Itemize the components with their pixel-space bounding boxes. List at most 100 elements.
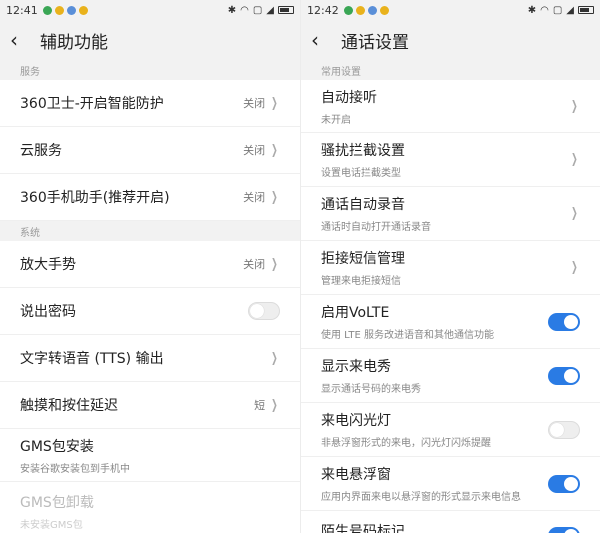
back-arrow-icon[interactable]: ‹: [10, 28, 32, 52]
setting-description: 管理来电拒接短信: [321, 276, 401, 287]
chevron-right-icon: ❯: [271, 142, 278, 158]
setting-reject-sms[interactable]: 拒接短信管理 管理来电拒接短信 ❯: [301, 241, 600, 295]
flash-alert-toggle[interactable]: [548, 420, 580, 439]
stranger-number-toggle[interactable]: [548, 527, 580, 533]
setting-touch-hold-delay[interactable]: 触摸和按住延迟 短 ❯: [0, 382, 300, 429]
setting-label: 自动接听: [321, 89, 377, 106]
setting-label: 骚扰拦截设置: [321, 143, 405, 159]
setting-label: 360手机助手(推荐开启): [20, 190, 170, 206]
setting-value: 关闭: [243, 144, 266, 157]
setting-360-guard[interactable]: 360卫士-开启智能防护 关闭 ❯: [0, 80, 300, 127]
call-settings-screen: 12:42 ✱ ◠ ▢ ◢ ‹ 通话设置 常用设置 自动接听 未开启 ❯ 骚扰拦…: [300, 0, 600, 533]
setting-speak-password[interactable]: 说出密码: [0, 288, 300, 335]
battery-icon: [578, 6, 594, 14]
setting-value: 短: [254, 399, 266, 412]
setting-label: GMS包安装: [20, 438, 94, 455]
setting-label: GMS包卸载: [20, 495, 94, 511]
setting-cloud-service[interactable]: 云服务 关闭 ❯: [0, 127, 300, 174]
app-notification-icon: [54, 5, 64, 15]
app-notification-icon: [355, 5, 365, 15]
notification-icons: [42, 5, 88, 15]
setting-label: 放大手势: [20, 257, 76, 273]
system-icons: ✱ ◠ ▢ ◢: [228, 5, 294, 16]
setting-label: 来电悬浮窗: [321, 467, 391, 483]
setting-harassment-block[interactable]: 骚扰拦截设置 设置电话拦截类型 ❯: [301, 133, 600, 187]
setting-description: 通话时自动打开通话录音: [321, 222, 431, 233]
signal-icon: ◢: [266, 4, 274, 16]
app-notification-icon: [66, 5, 76, 15]
back-arrow-icon[interactable]: ‹: [311, 28, 333, 52]
toggle-knob: [564, 529, 578, 533]
chevron-right-icon: ❯: [271, 350, 278, 366]
status-bar: 12:42 ✱ ◠ ▢ ◢: [301, 0, 600, 20]
page-title: 辅助功能: [40, 32, 108, 53]
app-notification-icon: [367, 5, 377, 15]
chevron-right-icon: ❯: [571, 206, 578, 221]
toggle-knob: [564, 314, 578, 329]
app-notification-icon: [42, 5, 52, 15]
setting-label: 陌生号码标记: [321, 524, 405, 533]
toggle-knob: [550, 422, 564, 437]
setting-auto-answer[interactable]: 自动接听 未开启 ❯: [301, 80, 600, 133]
setting-description: 未安装GMS包: [20, 520, 83, 531]
signal-icon: ◢: [566, 4, 574, 16]
screens: 12:41 ✱ ◠ ▢ ◢ ‹ 辅助功能 服务 360卫士-开启智能防护 关闭: [0, 0, 600, 533]
title-bar: ‹ 辅助功能: [0, 20, 300, 60]
setting-flash-alert[interactable]: 来电闪光灯 非悬浮窗形式的来电，闪光灯闪烁提醒: [301, 403, 600, 457]
section-header-system: 系统: [0, 221, 300, 241]
accessibility-screen: 12:41 ✱ ◠ ▢ ◢ ‹ 辅助功能 服务 360卫士-开启智能防护 关闭: [0, 0, 300, 533]
chevron-right-icon: ❯: [571, 260, 578, 275]
sim-icon: ▢: [252, 4, 263, 16]
setting-label: 说出密码: [20, 304, 76, 320]
system-icons: ✱ ◠ ▢ ◢: [528, 5, 594, 16]
status-time: 12:42: [307, 3, 339, 17]
setting-gms-uninstall: GMS包卸载 未安装GMS包: [0, 482, 300, 533]
setting-magnify-gesture[interactable]: 放大手势 关闭 ❯: [0, 241, 300, 288]
setting-description: 安装谷歌安装包到手机中: [20, 463, 130, 475]
setting-label: 文字转语音 (TTS) 输出: [20, 351, 164, 367]
setting-description: 使用 LTE 服务改进语音和其他通信功能: [321, 330, 494, 341]
volte-toggle[interactable]: [548, 312, 580, 331]
floating-window-toggle[interactable]: [548, 474, 580, 493]
setting-caller-show[interactable]: 显示来电秀 显示通话号码的来电秀: [301, 349, 600, 403]
setting-volte[interactable]: 启用VoLTE 使用 LTE 服务改进语音和其他通信功能: [301, 295, 600, 349]
chevron-right-icon: ❯: [271, 397, 278, 413]
setting-floating-window[interactable]: 来电悬浮窗 应用内界面来电以悬浮窗的形式显示来电信息: [301, 457, 600, 511]
title-bar: ‹ 通话设置: [301, 20, 600, 60]
bluetooth-icon: ✱: [227, 4, 237, 16]
setting-360-assistant[interactable]: 360手机助手(推荐开启) 关闭 ❯: [0, 174, 300, 221]
speak-password-toggle[interactable]: [248, 302, 280, 320]
setting-label: 通话自动录音: [321, 197, 405, 213]
toggle-knob: [564, 476, 578, 491]
setting-label: 触摸和按住延迟: [20, 398, 118, 414]
setting-description: 设置电话拦截类型: [321, 168, 401, 179]
bluetooth-icon: ✱: [527, 4, 537, 16]
setting-tts-output[interactable]: 文字转语音 (TTS) 输出 ❯: [0, 335, 300, 382]
setting-description: 未开启: [321, 114, 351, 126]
chevron-right-icon: ❯: [271, 189, 278, 205]
battery-icon: [278, 6, 294, 14]
setting-gms-install[interactable]: GMS包安装 安装谷歌安装包到手机中: [0, 429, 300, 482]
setting-stranger-number[interactable]: 陌生号码标记: [301, 511, 600, 533]
setting-label: 云服务: [20, 143, 62, 159]
setting-label: 显示来电秀: [321, 359, 391, 375]
chevron-right-icon: ❯: [271, 256, 278, 272]
setting-label: 360卫士-开启智能防护: [20, 96, 164, 112]
setting-auto-record[interactable]: 通话自动录音 通话时自动打开通话录音 ❯: [301, 187, 600, 241]
setting-value: 关闭: [243, 191, 266, 204]
setting-description: 非悬浮窗形式的来电，闪光灯闪烁提醒: [321, 438, 491, 449]
setting-label: 拒接短信管理: [321, 251, 405, 267]
setting-description: 应用内界面来电以悬浮窗的形式显示来电信息: [321, 492, 521, 503]
setting-value: 关闭: [243, 97, 266, 110]
app-notification-icon: [379, 5, 389, 15]
chevron-right-icon: ❯: [271, 95, 278, 111]
status-bar: 12:41 ✱ ◠ ▢ ◢: [0, 0, 300, 20]
section-header-common: 常用设置: [301, 60, 600, 80]
status-time: 12:41: [6, 3, 38, 17]
caller-show-toggle[interactable]: [548, 366, 580, 385]
setting-description: 显示通话号码的来电秀: [321, 384, 421, 395]
setting-value: 关闭: [243, 258, 266, 271]
section-header-services: 服务: [0, 60, 300, 80]
toggle-knob: [250, 304, 264, 318]
sim-icon: ▢: [552, 4, 563, 16]
